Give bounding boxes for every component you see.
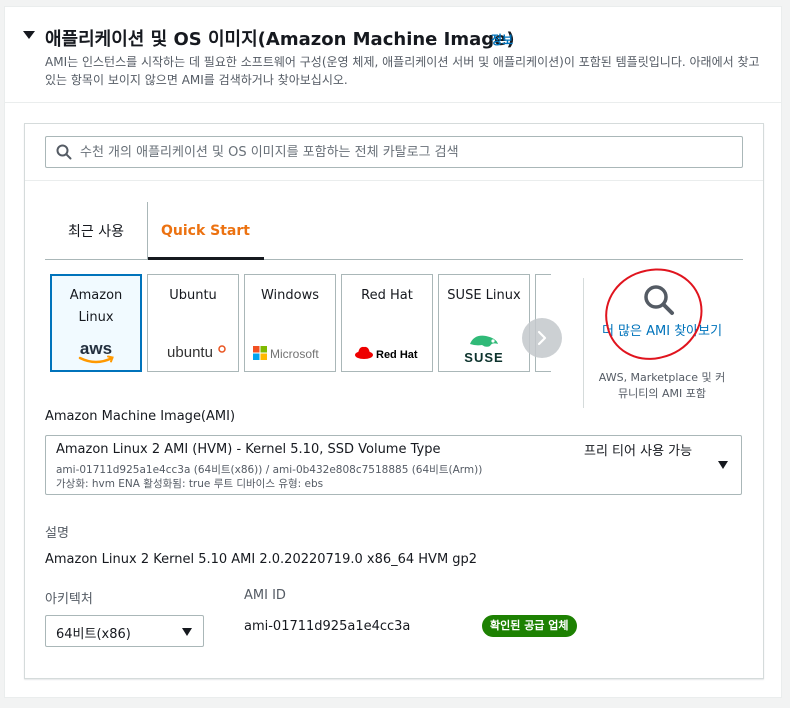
os-card-label: SUSE Linux bbox=[447, 288, 521, 303]
tab-quick-start[interactable]: Quick Start bbox=[147, 202, 264, 260]
browse-more-amis-subtext: AWS, Marketplace 및 커뮤니티의 AMI 포함 bbox=[598, 371, 726, 400]
description-label: 설명 bbox=[45, 526, 69, 541]
ami-selector-container: 최근 사용 Quick Start Amazon Linux aws Ubunt… bbox=[24, 123, 764, 679]
ami-select-dropdown[interactable]: Amazon Linux 2 AMI (HVM) - Kernel 5.10, … bbox=[45, 435, 742, 495]
section-description: AMI는 인스턴스를 시작하는 데 필요한 소프트웨어 구성(운영 체제, 애플… bbox=[45, 55, 760, 87]
collapse-caret-icon[interactable] bbox=[23, 31, 35, 39]
svg-text:aws: aws bbox=[80, 339, 112, 358]
aws-logo-icon: aws bbox=[51, 339, 141, 367]
caret-down-icon bbox=[182, 628, 192, 636]
os-card-label: Ubuntu bbox=[169, 288, 217, 303]
architecture-select[interactable]: 64비트(x86) bbox=[45, 615, 204, 647]
suse-logo-icon: SUSE bbox=[439, 329, 529, 367]
tab-recent[interactable]: 최근 사용 bbox=[45, 202, 147, 259]
os-card-ubuntu[interactable]: Ubuntu ubuntu bbox=[147, 274, 239, 372]
architecture-value: 64비트(x86) bbox=[56, 627, 131, 642]
os-card-windows[interactable]: Windows Microsoft bbox=[244, 274, 336, 372]
microsoft-logo-icon: Microsoft bbox=[245, 339, 335, 367]
os-card-suse-linux[interactable]: SUSE Linux SUSE bbox=[438, 274, 530, 372]
ami-section-panel: 애플리케이션 및 OS 이미지(Amazon Machine Image) 정보… bbox=[4, 6, 782, 698]
ami-id-label: AMI ID bbox=[244, 588, 286, 603]
section-header: 애플리케이션 및 OS 이미지(Amazon Machine Image) 정보… bbox=[5, 7, 781, 103]
caret-down-icon bbox=[718, 461, 728, 469]
divider bbox=[25, 180, 763, 181]
info-link[interactable]: 정보 bbox=[491, 31, 513, 48]
vertical-divider bbox=[583, 278, 584, 408]
carousel-next-button[interactable] bbox=[522, 318, 562, 358]
os-card-label: Red Hat bbox=[361, 288, 413, 303]
tab-quick-start-label: Quick Start bbox=[161, 222, 250, 239]
ami-ids: ami-01711d925a1e4cc3a (64비트(x86)) / ami-… bbox=[56, 464, 483, 476]
svg-text:ubuntu: ubuntu bbox=[167, 344, 213, 361]
svg-text:Red Hat: Red Hat bbox=[376, 349, 418, 361]
svg-text:SUSE: SUSE bbox=[464, 350, 503, 365]
redhat-logo-icon: Red Hat bbox=[342, 339, 432, 367]
catalog-search-input[interactable] bbox=[80, 137, 730, 167]
svg-text:Microsoft: Microsoft bbox=[270, 347, 319, 361]
tab-recent-label: 최근 사용 bbox=[68, 223, 124, 240]
active-tab-indicator bbox=[148, 257, 264, 260]
ami-tabs: 최근 사용 Quick Start bbox=[45, 202, 743, 260]
search-icon bbox=[56, 144, 72, 160]
ami-meta: 가상화: hvm ENA 활성화됨: true 루트 디바이스 유형: ebs bbox=[56, 478, 324, 490]
ubuntu-logo-icon: ubuntu bbox=[148, 339, 238, 367]
free-tier-label: 프리 티어 사용 가능 bbox=[584, 444, 693, 459]
os-card-amazon-linux[interactable]: Amazon Linux aws bbox=[50, 274, 142, 372]
chevron-right-icon bbox=[537, 330, 547, 346]
os-card-red-hat[interactable]: Red Hat Red Hat bbox=[341, 274, 433, 372]
ami-label: Amazon Machine Image(AMI) bbox=[45, 409, 236, 424]
architecture-label: 아키텍처 bbox=[45, 592, 93, 607]
description-value: Amazon Linux 2 Kernel 5.10 AMI 2.0.20220… bbox=[45, 552, 478, 567]
ami-name: Amazon Linux 2 AMI (HVM) - Kernel 5.10, … bbox=[56, 442, 441, 457]
verified-provider-badge: 확인된 공급 업체 bbox=[482, 615, 577, 637]
section-title: 애플리케이션 및 OS 이미지(Amazon Machine Image) bbox=[45, 29, 515, 50]
os-card-label: Amazon Linux bbox=[69, 288, 123, 325]
catalog-search-box[interactable] bbox=[45, 136, 743, 168]
os-card-label: Windows bbox=[260, 288, 320, 303]
ami-id-value: ami-01711d925a1e4cc3a bbox=[244, 619, 411, 634]
